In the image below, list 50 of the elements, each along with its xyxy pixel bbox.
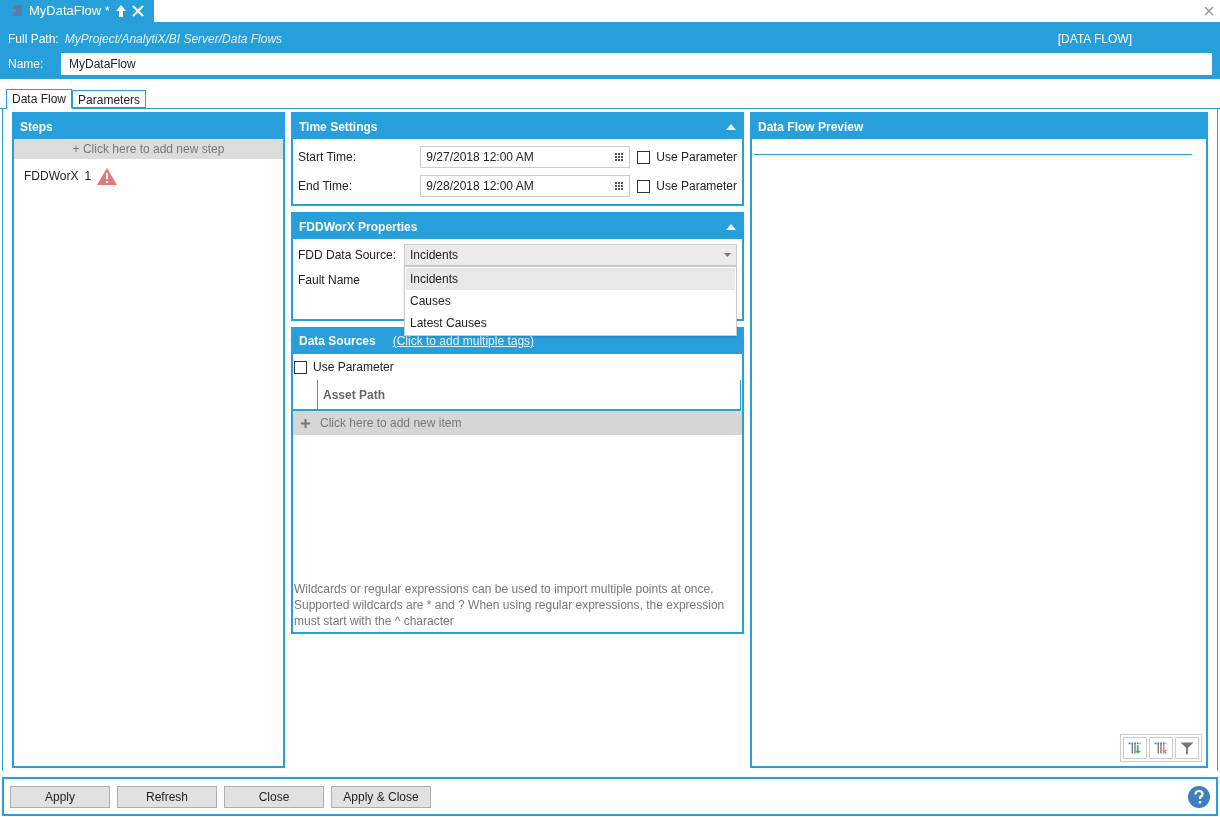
field-label: Start Time:	[298, 149, 357, 166]
checkbox[interactable]	[637, 179, 651, 193]
add-column-icon[interactable]	[1123, 737, 1147, 759]
collapse-icon[interactable]	[726, 223, 736, 230]
plus-icon	[301, 418, 310, 428]
step-name[interactable]: FDDWorX	[24, 167, 79, 185]
panel-title: Data Flow Preview	[758, 118, 864, 136]
checkbox-label: Use Parameter	[656, 178, 737, 195]
data-source-dropdown[interactable]: Incidents	[404, 244, 737, 266]
dropdown-option[interactable]: Latest Causes	[406, 312, 735, 334]
footer-button[interactable]: Apply	[10, 785, 110, 808]
footer-button[interactable]: Close	[224, 785, 324, 808]
field-label: Name:	[8, 56, 45, 73]
filter-icon[interactable]	[1175, 737, 1199, 759]
pin-icon[interactable]	[114, 4, 127, 18]
footer-button[interactable]: Apply & Close	[331, 785, 431, 808]
checkbox[interactable]	[294, 360, 307, 374]
tab[interactable]: Data Flow	[6, 89, 73, 109]
calendar-icon[interactable]	[615, 181, 625, 191]
step-index: 1	[84, 168, 92, 185]
flow-icon	[10, 4, 24, 18]
dropdown-option[interactable]: Causes	[406, 290, 735, 312]
panel-title: Time Settings	[299, 118, 378, 136]
name-field[interactable]: MyDataFlow	[61, 53, 1212, 75]
type-label: [DATA FLOW]	[1057, 31, 1132, 48]
field-label: End Time:	[298, 178, 354, 195]
column-header: Asset Path	[317, 380, 741, 409]
panel-title: Data Sources	[299, 333, 376, 350]
path-text: MyProject/AnalytiX/BI Server/Data Flows	[64, 31, 283, 48]
panel-title: Steps	[20, 118, 53, 136]
close-icon[interactable]	[1204, 6, 1214, 16]
footer-button[interactable]: Refresh	[117, 785, 217, 808]
field-label: Full Path:	[8, 31, 59, 48]
caret-icon	[724, 253, 731, 257]
checkbox-label: Use Parameter	[313, 359, 394, 376]
dropdown-option[interactable]: Incidents	[406, 268, 735, 290]
checkbox[interactable]	[637, 150, 651, 164]
remove-column-icon[interactable]	[1149, 737, 1173, 759]
field-label: Fault Name	[298, 272, 361, 289]
date-field[interactable]: 9/28/2018 12:00 AM	[420, 175, 631, 197]
checkbox-label: Use Parameter	[656, 149, 737, 166]
date-field[interactable]: 9/27/2018 12:00 AM	[420, 146, 631, 168]
calendar-icon[interactable]	[615, 152, 625, 162]
help-icon[interactable]	[1188, 785, 1210, 808]
panel-title: FDDWorX Properties	[299, 218, 418, 236]
field-label: FDD Data Source:	[298, 247, 398, 264]
tab-title: MyDataFlow *	[29, 2, 110, 21]
tab[interactable]: Parameters	[72, 90, 147, 108]
help-text: Wildcards or regular expressions can be used to import multiple points at once. Supported wildcards are * and ? When using regular expressions, the expression must start with the ^ character	[293, 581, 726, 630]
collapse-icon[interactable]	[726, 123, 736, 130]
